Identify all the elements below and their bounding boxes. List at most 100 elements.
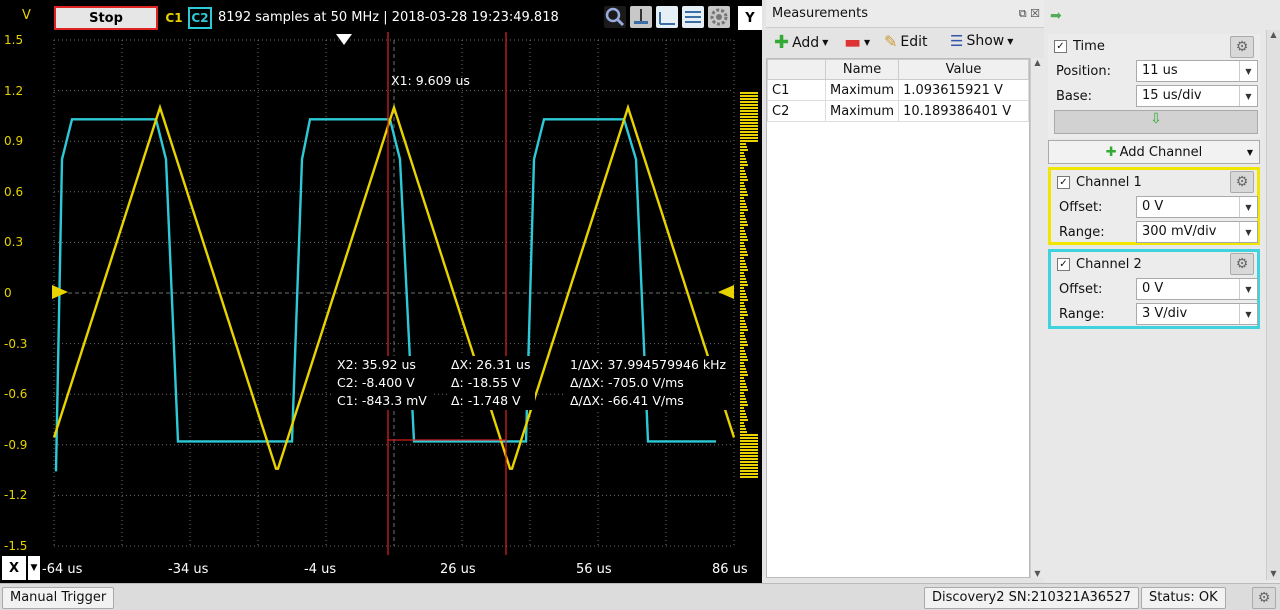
histogram-bar bbox=[740, 251, 747, 253]
scope-view[interactable]: V Stop C1 C2 8192 samples at 50 MHz | 20… bbox=[0, 0, 762, 583]
ch1-offset-field[interactable]: 0 V ▼ bbox=[1136, 196, 1258, 218]
scroll-up-icon[interactable]: ▲ bbox=[1267, 30, 1280, 39]
scroll-down-icon[interactable]: ▼ bbox=[1267, 569, 1280, 578]
position-value: 11 us bbox=[1142, 63, 1178, 78]
channel-2-label: Channel 2 bbox=[1076, 257, 1142, 272]
measurements-table[interactable]: Name Value C1 Maximum 1.093615921 V C2 M… bbox=[766, 58, 1030, 578]
cursor-tool-icon[interactable] bbox=[630, 6, 652, 28]
readout-slope-c2: Δ/ΔX: -705.0 V/ms bbox=[570, 375, 684, 390]
scroll-up-icon[interactable]: ▲ bbox=[1031, 58, 1044, 67]
channel-2-toggle[interactable]: C2 bbox=[188, 7, 212, 29]
histogram-bar bbox=[740, 350, 745, 352]
x-axis-button[interactable]: X bbox=[2, 556, 26, 580]
histogram-bar bbox=[740, 272, 744, 274]
histogram-bar bbox=[740, 224, 748, 226]
chevron-down-icon[interactable]: ▼ bbox=[1239, 304, 1257, 324]
readout-delta-c1: Δ: -1.748 V bbox=[451, 393, 521, 408]
histogram-bar bbox=[740, 473, 758, 475]
time-header[interactable]: ✓ Time bbox=[1054, 39, 1105, 54]
device-button[interactable]: Discovery2 SN:210321A36527 bbox=[924, 587, 1139, 609]
base-value: 15 us/div bbox=[1142, 88, 1202, 103]
measurements-toolbar: ✚ Add ▼ ▬ ▼ ✎ Edit ☰ Show ▼ bbox=[766, 30, 1044, 56]
gear-icon[interactable]: ⚙ bbox=[1252, 587, 1276, 609]
collapse-arrow-icon[interactable]: ➡ bbox=[1050, 8, 1062, 24]
ch1-offset-value: 0 V bbox=[1142, 199, 1164, 214]
histogram-bar bbox=[740, 119, 758, 121]
chevron-down-icon[interactable]: ▼ bbox=[1239, 222, 1257, 242]
histogram-bar bbox=[740, 416, 747, 418]
position-field[interactable]: 11 us ▼ bbox=[1136, 60, 1258, 82]
gear-icon[interactable]: ⚙ bbox=[1230, 253, 1254, 275]
histogram-bar bbox=[740, 98, 758, 100]
gear-icon[interactable]: ⚙ bbox=[1230, 36, 1254, 58]
histogram-bar bbox=[740, 458, 758, 460]
histogram-bar bbox=[740, 218, 746, 220]
manual-trigger-button[interactable]: Manual Trigger bbox=[2, 587, 115, 609]
time-expand-button[interactable]: ⇩ bbox=[1054, 110, 1258, 134]
histogram-bar bbox=[740, 425, 745, 427]
show-measurement-button[interactable]: ☰ Show ▼ bbox=[950, 32, 1013, 50]
gear-icon[interactable]: ⚙ bbox=[1230, 171, 1254, 193]
histogram-bar bbox=[740, 362, 744, 364]
x-axis-dropdown[interactable]: ▼ bbox=[28, 556, 40, 580]
channel-2-header[interactable]: ✓ Channel 2 bbox=[1057, 257, 1142, 272]
measurements-scrollbar[interactable]: ▲ ▼ bbox=[1030, 58, 1044, 578]
channel-1-checkbox[interactable]: ✓ bbox=[1057, 176, 1070, 189]
position-label: Position: bbox=[1056, 64, 1111, 79]
table-row[interactable]: C1 Maximum 1.093615921 V bbox=[767, 79, 1029, 101]
channel-1-header[interactable]: ✓ Channel 1 bbox=[1057, 175, 1142, 190]
column-header-value[interactable]: Value bbox=[898, 59, 1029, 80]
readout-x2: X2: 35.92 us bbox=[337, 357, 416, 372]
ch1-range-field[interactable]: 300 mV/div ▼ bbox=[1136, 221, 1258, 243]
chevron-down-icon[interactable]: ▼ bbox=[1239, 86, 1257, 106]
table-row[interactable]: C2 Maximum 10.189386401 V bbox=[767, 100, 1029, 122]
channel-2-checkbox[interactable]: ✓ bbox=[1057, 258, 1070, 271]
horizontal-cursor-icon[interactable] bbox=[656, 6, 678, 28]
histogram-bar bbox=[740, 434, 758, 436]
histogram-bars bbox=[740, 92, 758, 478]
status-button[interactable]: Status: OK bbox=[1141, 587, 1226, 609]
time-group: ✓ Time ⚙ Position: 11 us ▼ Base: 15 us/d… bbox=[1048, 34, 1260, 138]
ch2-offset-value: 0 V bbox=[1142, 281, 1164, 296]
remove-measurement-button[interactable]: ▬ ▼ bbox=[844, 32, 870, 53]
chevron-down-icon[interactable]: ▼ bbox=[1239, 61, 1257, 81]
histogram-bar bbox=[740, 164, 748, 166]
histogram-bar bbox=[740, 446, 758, 448]
histogram-bar bbox=[740, 293, 746, 295]
histogram-bar bbox=[740, 290, 745, 292]
chevron-down-icon: ▼ bbox=[864, 38, 871, 47]
y-axis-button[interactable]: Y bbox=[738, 6, 762, 30]
histogram-bar bbox=[740, 428, 746, 430]
add-measurement-button[interactable]: ✚ Add ▼ bbox=[774, 32, 828, 53]
cursor-readout-x2: X2: 35.92 us C2: -8.400 V C1: -843.3 mV bbox=[333, 356, 431, 410]
stop-button[interactable]: Stop bbox=[54, 6, 158, 30]
histogram-bar bbox=[740, 137, 758, 139]
column-header-name[interactable]: Name bbox=[824, 59, 900, 80]
ch1-range-label: Range: bbox=[1059, 225, 1105, 240]
cursor-readout-delta: ΔX: 26.31 us Δ: -18.55 V Δ: -1.748 V bbox=[447, 356, 535, 410]
y-tick-label: -0.9 bbox=[4, 437, 28, 452]
time-checkbox[interactable]: ✓ bbox=[1054, 40, 1067, 53]
settings-scrollbar[interactable]: ▲ ▼ bbox=[1266, 30, 1280, 580]
panel-float-close-icons[interactable]: ⧉ ☒ bbox=[1019, 7, 1040, 21]
x-tick-label: -4 us bbox=[304, 562, 337, 577]
edit-measurement-button[interactable]: ✎ Edit bbox=[884, 32, 928, 51]
chevron-down-icon[interactable]: ▼ bbox=[1239, 197, 1257, 217]
chevron-down-icon[interactable]: ▼ bbox=[1239, 279, 1257, 299]
ch2-range-field[interactable]: 3 V/div ▼ bbox=[1136, 303, 1258, 325]
channel-1-toggle[interactable]: C1 bbox=[162, 7, 186, 29]
base-field[interactable]: 15 us/div ▼ bbox=[1136, 85, 1258, 107]
histogram-bar bbox=[740, 116, 758, 118]
ch2-offset-field[interactable]: 0 V ▼ bbox=[1136, 278, 1258, 300]
histogram-bar bbox=[740, 341, 747, 343]
add-channel-button[interactable]: ✚ Add Channel ▼ bbox=[1048, 140, 1260, 164]
waveform-plot[interactable] bbox=[0, 32, 762, 555]
readout-delta-c2: Δ: -18.55 V bbox=[451, 375, 521, 390]
histogram-bar bbox=[740, 146, 747, 148]
histogram-bar bbox=[740, 440, 758, 442]
vertical-cursor-icon[interactable] bbox=[682, 6, 704, 28]
scroll-down-icon[interactable]: ▼ bbox=[1031, 569, 1044, 578]
zoom-icon[interactable] bbox=[604, 6, 626, 28]
gear-icon[interactable] bbox=[708, 6, 730, 28]
histogram-bar bbox=[740, 392, 744, 394]
